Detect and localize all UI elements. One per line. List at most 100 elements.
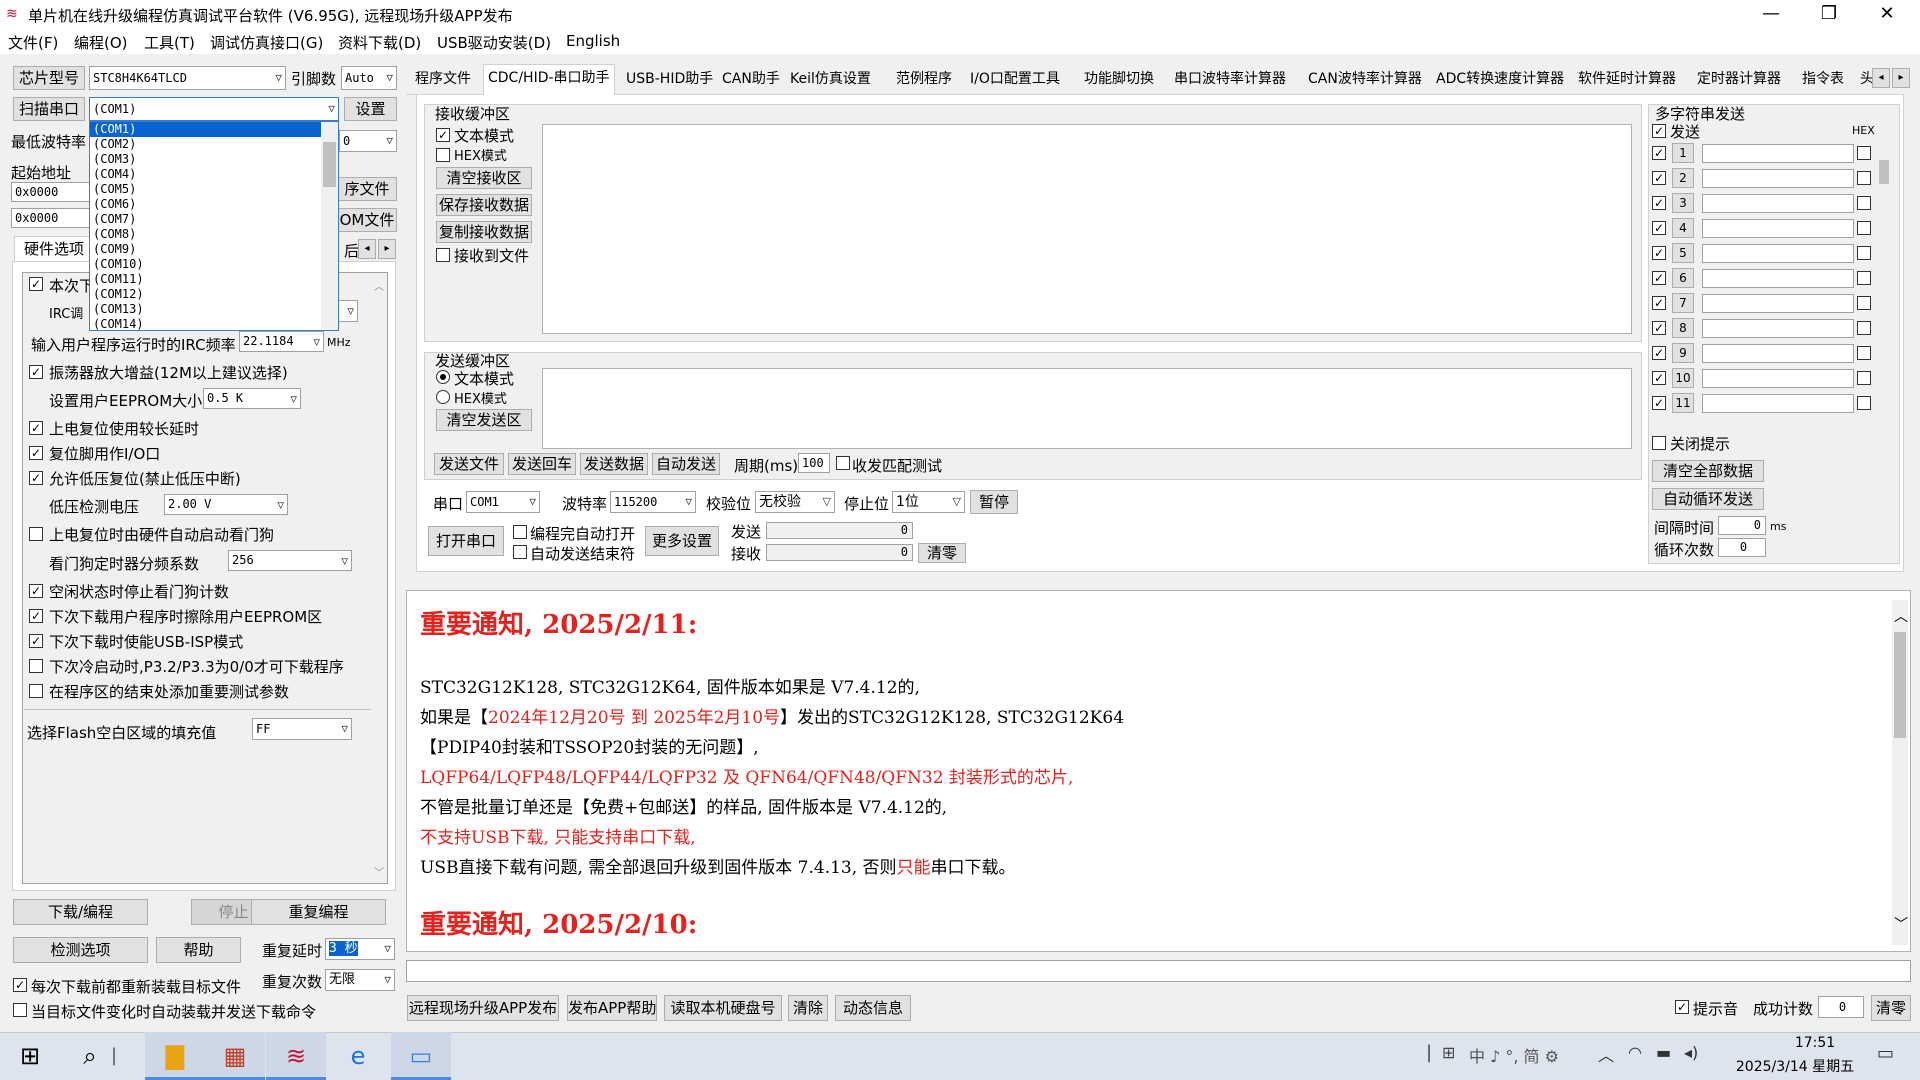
min-baud-select[interactable]: 0 ▽ <box>339 130 397 152</box>
irc-freq-select[interactable]: 22.1184 ▽ <box>239 331 324 352</box>
tab-program-file[interactable]: 程序文件 <box>411 66 475 94</box>
port-option[interactable]: (COM2) <box>90 137 338 152</box>
scroll-down-icon[interactable]: ﹀ <box>374 864 384 879</box>
idle-wdt-checkbox[interactable]: ✓ <box>29 584 43 598</box>
minimize-button[interactable]: — <box>1742 0 1800 30</box>
lvr-checkbox[interactable]: ✓ <box>29 471 43 485</box>
test-params-checkbox[interactable] <box>29 684 43 698</box>
auto-loop-button[interactable]: 自动循环发送 <box>1652 488 1764 510</box>
repeat-program-button[interactable]: 重复编程 <box>251 899 386 925</box>
auto-send-button[interactable]: 自动发送 <box>652 453 720 475</box>
fill-value-select[interactable]: FF ▽ <box>252 718 352 740</box>
clear-tx-button[interactable]: 清空发送区 <box>436 409 532 431</box>
wifi-icon[interactable]: ◠ <box>1628 1043 1642 1062</box>
multi-row-send-button[interactable]: 8 <box>1672 318 1694 338</box>
clock-date[interactable]: 2025/3/14 星期五 <box>1720 1056 1870 1076</box>
multi-row-input[interactable] <box>1702 269 1854 288</box>
close-button[interactable]: ✕ <box>1858 0 1916 30</box>
rx-to-file-checkbox[interactable] <box>436 248 450 262</box>
multi-row-input[interactable] <box>1702 219 1854 238</box>
read-disk-button[interactable]: 读取本机硬盘号 <box>664 995 782 1021</box>
port-option[interactable]: (COM13) <box>90 302 338 317</box>
multi-row-checkbox[interactable]: ✓ <box>1652 146 1666 160</box>
port-option[interactable]: (COM7) <box>90 212 338 227</box>
multi-row-input[interactable] <box>1702 144 1854 163</box>
repeat-count-select[interactable]: 无限 ▽ <box>325 969 395 991</box>
beep-checkbox[interactable]: ✓ <box>1675 1000 1689 1014</box>
multi-row-input[interactable] <box>1702 169 1854 188</box>
volume-icon[interactable]: ◂) <box>1684 1043 1698 1062</box>
multi-row-send-button[interactable]: 9 <box>1672 343 1694 363</box>
download-program-button[interactable]: 下载/编程 <box>13 899 148 925</box>
multi-row-hex-checkbox[interactable] <box>1857 321 1871 335</box>
multi-row-checkbox[interactable]: ✓ <box>1652 371 1666 385</box>
notice-scroll-up-icon[interactable]: ︿ <box>1894 606 1908 626</box>
battery-icon[interactable]: ▬ <box>1656 1043 1671 1062</box>
clear-all-button[interactable]: 清空全部数据 <box>1652 460 1764 482</box>
open-eeprom-file-button[interactable]: OM文件 <box>337 208 397 232</box>
rx-buffer-textarea[interactable] <box>542 124 1632 334</box>
scroll-up-icon[interactable]: ︿ <box>374 278 384 293</box>
tab-scroll-right[interactable]: ▸ <box>378 239 396 259</box>
tray-expand-icon[interactable]: ︿ <box>1598 1042 1614 1066</box>
close-tip-checkbox[interactable] <box>1652 436 1666 450</box>
open-port-button[interactable]: 打开串口 <box>428 526 504 556</box>
multi-row-checkbox[interactable]: ✓ <box>1652 171 1666 185</box>
multi-row-hex-checkbox[interactable] <box>1857 296 1871 310</box>
loop-count-input[interactable]: 0 <box>1718 538 1766 557</box>
port-select[interactable]: (COM1) ▽ <box>89 97 339 121</box>
usb-isp-checkbox[interactable]: ✓ <box>29 634 43 648</box>
multi-row-checkbox[interactable]: ✓ <box>1652 246 1666 260</box>
port-option[interactable]: (COM4) <box>90 167 338 182</box>
tab-can[interactable]: CAN助手 <box>718 66 784 94</box>
port-option[interactable]: (COM12) <box>90 287 338 302</box>
period-input[interactable]: 100 <box>798 453 830 473</box>
open-program-file-button[interactable]: 序文件 <box>337 177 397 201</box>
low-voltage-select[interactable]: 2.00 V ▽ <box>164 494 288 515</box>
chip-model-select[interactable]: STC8H4K64TLCD ▽ <box>89 66 286 90</box>
tab-keil-sim[interactable]: Keil仿真设置 <box>786 66 875 94</box>
menu-download[interactable]: 资料下载(D) <box>338 32 421 53</box>
pause-button[interactable]: 暂停 <box>970 490 1018 514</box>
scan-port-button[interactable]: 扫描串口 <box>13 97 85 121</box>
multi-row-send-button[interactable]: 6 <box>1672 268 1694 288</box>
tx-buffer-textarea[interactable] <box>542 368 1632 449</box>
multi-row-hex-checkbox[interactable] <box>1857 221 1871 235</box>
window-app-icon[interactable]: ▭ <box>391 1032 451 1080</box>
port-option[interactable]: (COM14) <box>90 317 338 330</box>
rx-text-mode-checkbox[interactable]: ✓ <box>436 128 450 142</box>
multi-row-input[interactable] <box>1702 369 1854 388</box>
multi-row-hex-checkbox[interactable] <box>1857 371 1871 385</box>
multi-row-hex-checkbox[interactable] <box>1857 196 1871 210</box>
ime-status[interactable]: 中 ♪ °, 简 ⚙ <box>1469 1043 1559 1067</box>
tab-delay-calc[interactable]: 软件延时计算器 <box>1574 66 1680 94</box>
multi-row-checkbox[interactable]: ✓ <box>1652 396 1666 410</box>
multi-row-send-button[interactable]: 7 <box>1672 293 1694 313</box>
port-option[interactable]: (COM3) <box>90 152 338 167</box>
clear-count-button[interactable]: 清零 <box>918 543 966 563</box>
multi-row-hex-checkbox[interactable] <box>1857 346 1871 360</box>
save-rx-button[interactable]: 保存接收数据 <box>436 194 532 216</box>
start-address-input-2[interactable]: 0x0000 <box>11 208 90 228</box>
auto-end-checkbox[interactable] <box>513 545 527 559</box>
tab-adc-speed-calc[interactable]: ADC转换速度计算器 <box>1432 66 1568 94</box>
tab-hardware-options[interactable]: 硬件选项 <box>14 236 94 262</box>
irc-select[interactable]: ▽ <box>338 300 358 322</box>
chip-model-button[interactable]: 芯片型号 <box>13 66 85 90</box>
port-option[interactable]: (COM5) <box>90 182 338 197</box>
rx-hex-mode-checkbox[interactable] <box>436 148 450 162</box>
multi-row-input[interactable] <box>1702 294 1854 313</box>
multi-row-hex-checkbox[interactable] <box>1857 396 1871 410</box>
clear-button[interactable]: 清除 <box>788 995 828 1021</box>
clear-rx-button[interactable]: 清空接收区 <box>436 167 532 189</box>
send-cr-button[interactable]: 发送回车 <box>508 453 576 475</box>
menu-tools[interactable]: 工具(T) <box>144 32 195 53</box>
tab-timer-calc[interactable]: 定时器计算器 <box>1693 66 1785 94</box>
port-option[interactable]: (COM10) <box>90 257 338 272</box>
remote-upgrade-button[interactable]: 远程现场升级APP发布 <box>407 995 559 1021</box>
clock-time[interactable]: 17:51 <box>1760 1035 1870 1051</box>
tab-usb-hid[interactable]: USB-HID助手 <box>622 66 717 94</box>
app-green-icon[interactable]: ▦ <box>205 1032 265 1080</box>
reload-checkbox[interactable]: ✓ <box>13 978 27 992</box>
multi-row-send-button[interactable]: 10 <box>1672 368 1694 388</box>
